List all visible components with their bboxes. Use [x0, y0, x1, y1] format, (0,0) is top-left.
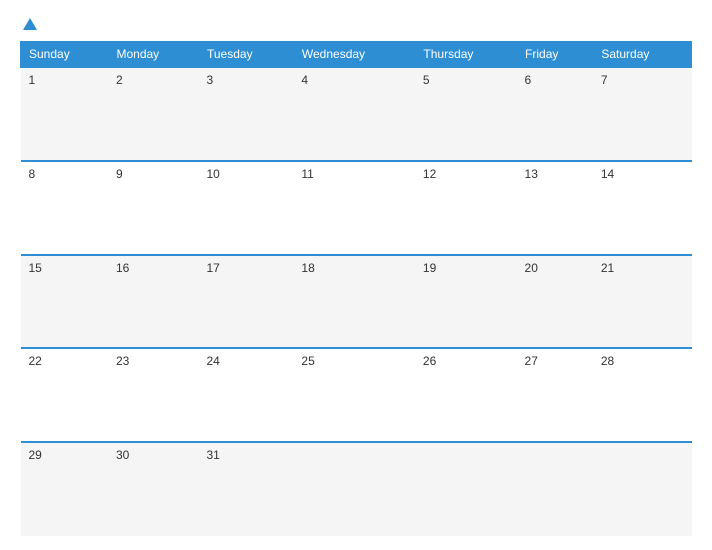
calendar-cell — [517, 442, 593, 536]
day-number: 6 — [525, 73, 532, 87]
weekday-header-thursday: Thursday — [415, 42, 517, 68]
day-number: 16 — [116, 261, 129, 275]
calendar-page: SundayMondayTuesdayWednesdayThursdayFrid… — [0, 0, 712, 550]
calendar-body: 1234567891011121314151617181920212223242… — [21, 67, 692, 536]
day-number: 9 — [116, 167, 123, 181]
calendar-week-2: 8 9 10 11 12 13 14 — [21, 161, 692, 255]
logo-blue-text — [20, 18, 37, 31]
weekday-header-sunday: Sunday — [21, 42, 108, 68]
calendar-cell: 3 — [199, 67, 294, 161]
calendar-cell: 24 — [199, 348, 294, 442]
day-number: 14 — [601, 167, 614, 181]
weekday-header-saturday: Saturday — [593, 42, 692, 68]
day-number: 13 — [525, 167, 538, 181]
calendar-week-5: 29 30 31 — [21, 442, 692, 536]
day-number: 5 — [423, 73, 430, 87]
day-number: 28 — [601, 354, 614, 368]
day-number: 2 — [116, 73, 123, 87]
calendar-cell: 8 — [21, 161, 108, 255]
weekday-header-wednesday: Wednesday — [293, 42, 415, 68]
day-number: 25 — [301, 354, 314, 368]
calendar-cell: 25 — [293, 348, 415, 442]
calendar-cell: 19 — [415, 255, 517, 349]
calendar-cell: 30 — [108, 442, 199, 536]
calendar-cell: 26 — [415, 348, 517, 442]
logo — [20, 18, 37, 31]
calendar-cell — [293, 442, 415, 536]
calendar-week-3: 15 16 17 18 19 20 21 — [21, 255, 692, 349]
calendar-cell: 29 — [21, 442, 108, 536]
calendar-cell: 31 — [199, 442, 294, 536]
weekday-header-monday: Monday — [108, 42, 199, 68]
calendar-cell: 12 — [415, 161, 517, 255]
day-number: 4 — [301, 73, 308, 87]
day-number: 1 — [29, 73, 36, 87]
calendar-cell — [415, 442, 517, 536]
calendar-cell: 20 — [517, 255, 593, 349]
calendar-cell: 21 — [593, 255, 692, 349]
calendar-cell: 4 — [293, 67, 415, 161]
calendar-cell: 9 — [108, 161, 199, 255]
calendar-week-1: 1 2 3 4 5 6 7 — [21, 67, 692, 161]
logo-triangle-icon — [23, 18, 37, 30]
day-number: 11 — [301, 167, 313, 181]
weekday-header-row: SundayMondayTuesdayWednesdayThursdayFrid… — [21, 42, 692, 68]
calendar-cell: 1 — [21, 67, 108, 161]
calendar-week-4: 22 23 24 25 26 27 28 — [21, 348, 692, 442]
calendar-cell — [593, 442, 692, 536]
day-number: 27 — [525, 354, 538, 368]
day-number: 23 — [116, 354, 129, 368]
day-number: 15 — [29, 261, 42, 275]
calendar-cell: 27 — [517, 348, 593, 442]
day-number: 10 — [207, 167, 220, 181]
calendar-cell: 22 — [21, 348, 108, 442]
day-number: 3 — [207, 73, 214, 87]
day-number: 20 — [525, 261, 538, 275]
calendar-cell: 18 — [293, 255, 415, 349]
weekday-header-tuesday: Tuesday — [199, 42, 294, 68]
day-number: 19 — [423, 261, 436, 275]
calendar-cell: 11 — [293, 161, 415, 255]
calendar-cell: 2 — [108, 67, 199, 161]
day-number: 26 — [423, 354, 436, 368]
day-number: 7 — [601, 73, 608, 87]
day-number: 22 — [29, 354, 42, 368]
calendar-table: SundayMondayTuesdayWednesdayThursdayFrid… — [20, 41, 692, 536]
calendar-cell: 6 — [517, 67, 593, 161]
day-number: 18 — [301, 261, 314, 275]
calendar-cell: 7 — [593, 67, 692, 161]
calendar-cell: 14 — [593, 161, 692, 255]
day-number: 12 — [423, 167, 436, 181]
day-number: 17 — [207, 261, 220, 275]
day-number: 30 — [116, 448, 129, 462]
calendar-cell: 15 — [21, 255, 108, 349]
day-number: 24 — [207, 354, 220, 368]
day-number: 21 — [601, 261, 614, 275]
day-number: 29 — [29, 448, 42, 462]
calendar-header — [20, 18, 692, 31]
calendar-cell: 16 — [108, 255, 199, 349]
calendar-cell: 23 — [108, 348, 199, 442]
calendar-cell: 28 — [593, 348, 692, 442]
calendar-header-row: SundayMondayTuesdayWednesdayThursdayFrid… — [21, 42, 692, 68]
calendar-cell: 17 — [199, 255, 294, 349]
day-number: 31 — [207, 448, 220, 462]
calendar-cell: 13 — [517, 161, 593, 255]
calendar-cell: 10 — [199, 161, 294, 255]
day-number: 8 — [29, 167, 36, 181]
weekday-header-friday: Friday — [517, 42, 593, 68]
calendar-cell: 5 — [415, 67, 517, 161]
